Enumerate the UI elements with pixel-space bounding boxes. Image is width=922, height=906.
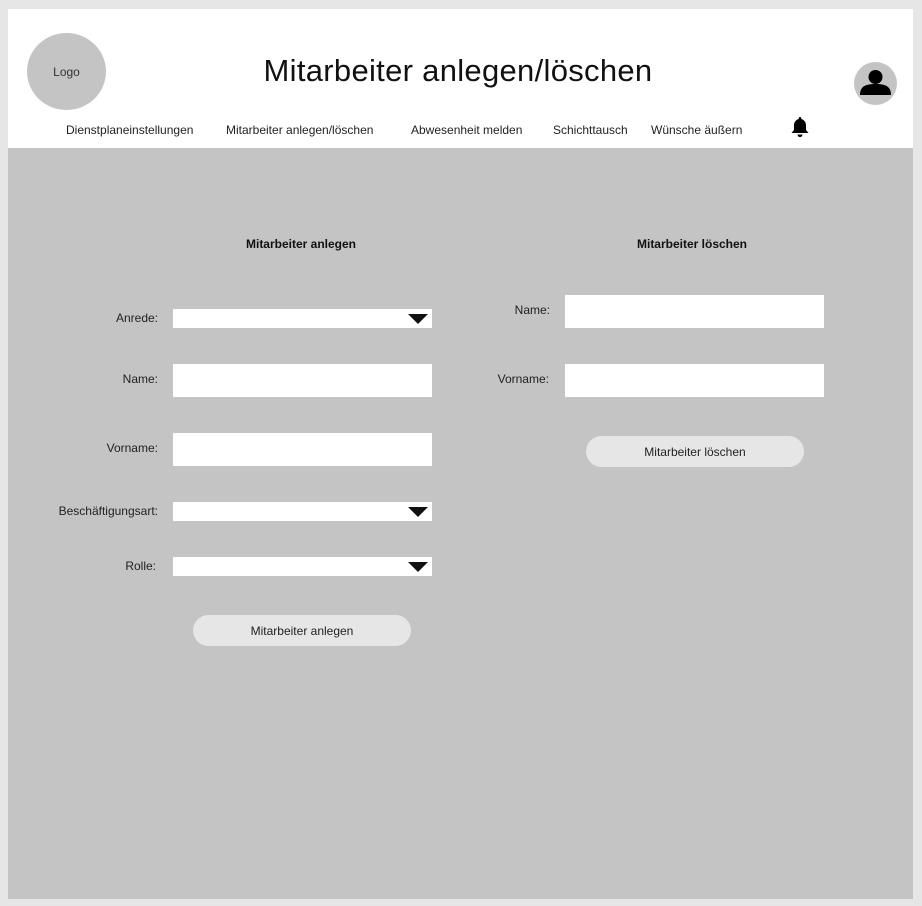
nav-item-dienstplaneinstellungen[interactable]: Dienstplaneinstellungen xyxy=(66,123,193,137)
anrede-select[interactable] xyxy=(173,309,432,328)
beschaeftigungsart-label: Beschäftigungsart: xyxy=(58,504,158,518)
create-section-title: Mitarbeiter anlegen xyxy=(245,237,357,251)
name-input[interactable] xyxy=(173,364,432,397)
page-title: Mitarbeiter anlegen/löschen xyxy=(263,53,653,88)
header: Logo Mitarbeiter anlegen/löschen Dienstp… xyxy=(8,9,913,148)
logo-text: Logo xyxy=(53,64,80,79)
beschaeftigungsart-select[interactable] xyxy=(173,502,432,521)
rolle-label: Rolle: xyxy=(125,559,156,573)
delete-vorname-input[interactable] xyxy=(565,364,824,397)
delete-vorname-label: Vorname: xyxy=(497,372,549,386)
delete-name-label: Name: xyxy=(514,303,550,317)
vorname-label: Vorname: xyxy=(106,441,158,455)
delete-name-input[interactable] xyxy=(565,295,824,328)
nav-item-mitarbeiter[interactable]: Mitarbeiter anlegen/löschen xyxy=(226,123,373,137)
rolle-select[interactable] xyxy=(173,557,432,576)
dropdown-arrow-icon xyxy=(408,507,428,517)
name-label: Name: xyxy=(122,372,158,386)
logo[interactable]: Logo xyxy=(27,33,106,110)
delete-employee-button[interactable]: Mitarbeiter löschen xyxy=(586,436,804,467)
nav-item-wuensche[interactable]: Wünsche äußern xyxy=(651,123,742,137)
nav-item-abwesenheit[interactable]: Abwesenheit melden xyxy=(411,123,522,137)
dropdown-arrow-icon xyxy=(408,562,428,572)
create-employee-button[interactable]: Mitarbeiter anlegen xyxy=(193,615,411,646)
delete-employee-button-label: Mitarbeiter löschen xyxy=(644,444,746,459)
bell-icon[interactable] xyxy=(788,115,812,139)
app-frame: Logo Mitarbeiter anlegen/löschen Dienstp… xyxy=(8,9,913,899)
anrede-label: Anrede: xyxy=(115,311,158,325)
nav-item-schichttausch[interactable]: Schichttausch xyxy=(553,123,628,137)
user-icon[interactable] xyxy=(854,62,897,105)
create-employee-button-label: Mitarbeiter anlegen xyxy=(250,623,354,638)
main-nav: Dienstplaneinstellungen Mitarbeiter anle… xyxy=(8,123,913,143)
delete-section-title: Mitarbeiter löschen xyxy=(636,237,748,251)
vorname-input[interactable] xyxy=(173,433,432,466)
